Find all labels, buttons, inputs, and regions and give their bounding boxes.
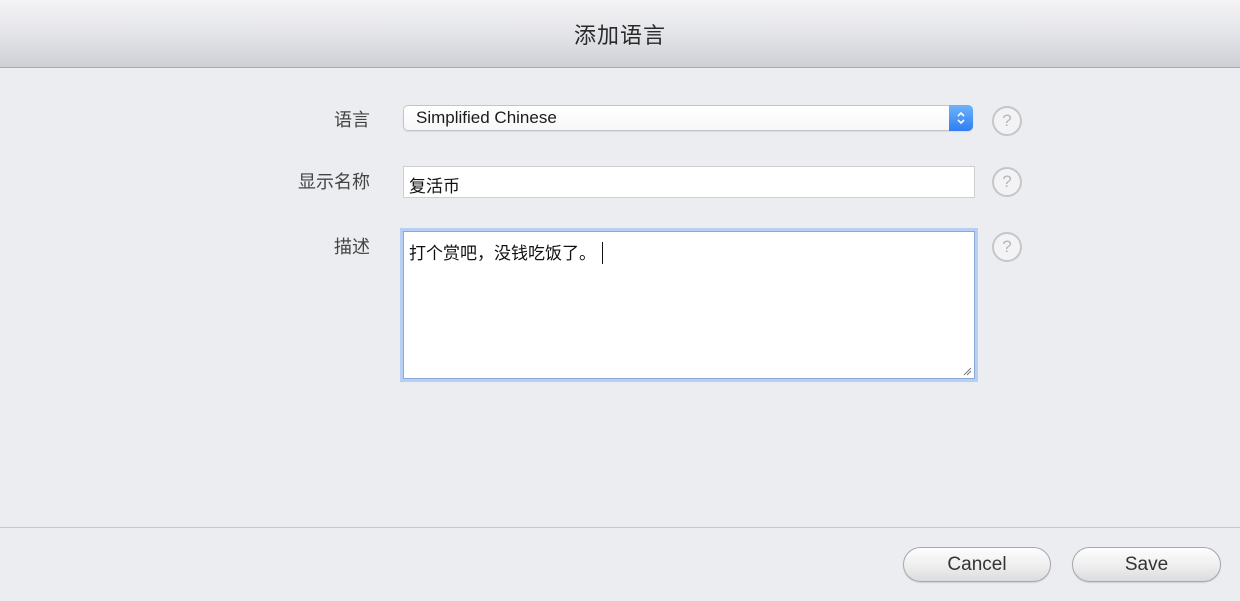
display-name-label: 显示名称 [298, 172, 370, 193]
display-name-field[interactable]: 复活币 [403, 166, 975, 198]
cancel-button[interactable]: Cancel [903, 547, 1051, 582]
description-help-icon[interactable]: ? [992, 232, 1022, 262]
select-stepper-icon[interactable] [949, 105, 973, 131]
language-help-icon[interactable]: ? [992, 106, 1022, 136]
dialog-title: 添加语言 [573, 23, 666, 49]
language-label: 语言 [334, 110, 370, 131]
footer-divider [0, 527, 1240, 528]
language-select-value: Simplified Chinese [416, 108, 557, 127]
description-text: 打个赏吧，没钱吃饭了。 [409, 244, 596, 264]
text-caret [602, 242, 603, 264]
dialog-titlebar: 添加语言 [0, 0, 1240, 68]
display-name-help-icon[interactable]: ? [992, 167, 1022, 197]
language-select[interactable]: Simplified Chinese [403, 105, 973, 131]
description-value: 打个赏吧，没钱吃饭了。 [409, 239, 603, 264]
resize-grip-icon[interactable] [962, 366, 972, 376]
description-label: 描述 [334, 237, 370, 258]
display-name-value: 复活币 [409, 177, 460, 197]
save-button[interactable]: Save [1072, 547, 1221, 582]
description-textarea[interactable]: 打个赏吧，没钱吃饭了。 [403, 231, 975, 379]
